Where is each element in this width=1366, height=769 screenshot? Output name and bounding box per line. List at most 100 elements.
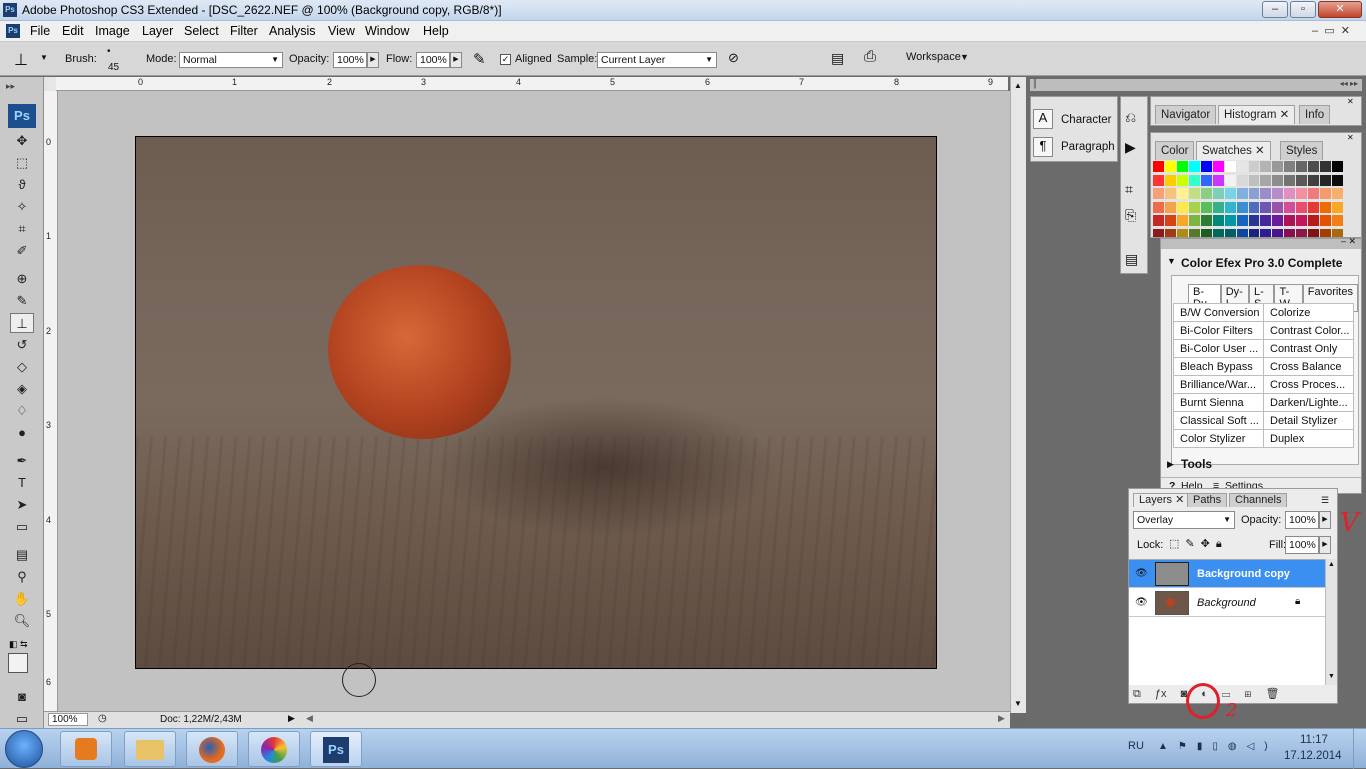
photo-canvas[interactable] (135, 136, 937, 669)
filter-item[interactable]: Cross Balance (1263, 357, 1354, 376)
swatch-cell[interactable] (1284, 228, 1296, 237)
swatch-cell[interactable] (1224, 188, 1236, 199)
swatch-cell[interactable] (1272, 215, 1284, 226)
eye-icon[interactable]: 👁︎ (1135, 597, 1148, 608)
swatch-cell[interactable] (1320, 215, 1332, 226)
swatch-cell[interactable] (1320, 174, 1332, 186)
swatch-cell[interactable] (1248, 174, 1260, 186)
swatch-cell[interactable] (1296, 228, 1308, 237)
doc-window-controls[interactable]: – ▭ ✕ (1312, 24, 1350, 37)
swatch-cell[interactable] (1248, 215, 1260, 226)
clone-source-icon[interactable]: ⎘ (1125, 207, 1136, 224)
tab-channels[interactable]: Channels (1229, 493, 1288, 507)
blur-tool-icon[interactable]: ♢ (10, 401, 34, 421)
eyedropper-icon[interactable]: ⚲ (10, 567, 34, 587)
brushes-icon[interactable]: ⌗ (1125, 181, 1133, 198)
panel-menu-icon[interactable]: ☰ (1321, 495, 1329, 506)
swatch-cell[interactable] (1188, 215, 1200, 226)
swatch-cell[interactable] (1320, 201, 1332, 213)
swatch-cell[interactable] (1224, 201, 1236, 213)
zoom-field[interactable]: 100% (48, 713, 88, 726)
swatch-cell[interactable] (1284, 188, 1296, 199)
path-select-icon[interactable]: ➤ (10, 495, 34, 515)
maximize-button[interactable]: ▫ (1290, 1, 1316, 18)
lasso-tool-icon[interactable]: ϑ (10, 175, 34, 195)
swatch-cell[interactable] (1260, 215, 1272, 226)
character-panel-label[interactable]: Character (1061, 114, 1112, 126)
swatch-cell[interactable] (1200, 188, 1212, 199)
swatch-cell[interactable] (1212, 174, 1224, 186)
swatch-cell[interactable] (1308, 201, 1320, 213)
menu-file[interactable]: File (30, 24, 50, 38)
brush-tool-icon[interactable]: ✎ (10, 291, 34, 311)
swatch-grid[interactable] (1153, 161, 1343, 237)
swatch-cell[interactable] (1320, 188, 1332, 199)
swatch-cell[interactable] (1332, 161, 1343, 172)
sample-select[interactable]: Current Layer ▼ (597, 52, 717, 68)
swatch-cell[interactable] (1308, 188, 1320, 199)
swatch-cell[interactable] (1176, 188, 1188, 199)
swatch-cell[interactable] (1153, 228, 1164, 237)
minimize-button[interactable]: – (1262, 1, 1288, 18)
layer-row-background[interactable]: 👁︎ Background 🔒︎ (1129, 589, 1325, 617)
swatch-cell[interactable] (1260, 174, 1272, 186)
swatch-cell[interactable] (1236, 201, 1248, 213)
swatch-cell[interactable] (1272, 174, 1284, 186)
foreground-color-swatch[interactable] (8, 653, 28, 673)
status-icon[interactable]: ◷ (98, 713, 107, 724)
swatch-cell[interactable] (1153, 201, 1164, 213)
swatch-cell[interactable] (1272, 161, 1284, 172)
workspace-label[interactable]: Workspace (906, 51, 961, 63)
swatch-cell[interactable] (1296, 161, 1308, 172)
filter-item[interactable]: Duplex (1263, 429, 1354, 448)
swatch-cell[interactable] (1176, 174, 1188, 186)
chevron-down-icon[interactable]: ▼ (40, 53, 48, 62)
swatch-cell[interactable] (1200, 228, 1212, 237)
swatch-cell[interactable] (1164, 215, 1176, 226)
swatch-cell[interactable] (1224, 228, 1236, 237)
paint-bucket-icon[interactable]: ◈ (10, 379, 34, 399)
fill-field[interactable]: 100% (1285, 536, 1319, 554)
tab-layers[interactable]: Layers ✕ (1133, 493, 1191, 507)
filter-item[interactable]: Bleach Bypass (1173, 357, 1264, 376)
scroll-down-icon[interactable]: ▼ (1014, 699, 1022, 708)
document-icon[interactable]: Ps (6, 24, 20, 38)
swatch-cell[interactable] (1224, 161, 1236, 172)
swatch-cell[interactable] (1188, 174, 1200, 186)
swatch-cell[interactable] (1188, 228, 1200, 237)
menu-view[interactable]: View (328, 24, 355, 38)
swatch-cell[interactable] (1284, 201, 1296, 213)
filter-item[interactable]: Brilliance/War... (1173, 375, 1264, 394)
swatch-cell[interactable] (1200, 201, 1212, 213)
filter-item[interactable]: Color Stylizer (1173, 429, 1264, 448)
move-tool-icon[interactable]: ✥ (10, 131, 34, 151)
zoom-tool-icon[interactable]: 🔍︎ (10, 611, 34, 631)
panel-dock-header[interactable]: ║ ◂◂ ▸▸ (1030, 79, 1362, 91)
filter-item[interactable]: Detail Stylizer (1263, 411, 1354, 430)
vertical-scrollbar[interactable]: ▲ ▼ (1010, 77, 1026, 713)
pen-tool-icon[interactable]: ✒ (10, 451, 34, 471)
swatch-cell[interactable] (1188, 201, 1200, 213)
type-tool-icon[interactable]: T (10, 473, 34, 493)
swatch-cell[interactable] (1308, 161, 1320, 172)
mode-select[interactable]: Normal ▼ (179, 52, 283, 68)
menu-analysis[interactable]: Analysis (269, 24, 316, 38)
flow-field[interactable]: 100% (416, 52, 450, 68)
slice-tool-icon[interactable]: ✐ (10, 241, 34, 261)
photoshop-logo[interactable]: Ps (8, 104, 36, 128)
color-efex-header[interactable]: – ✕ (1161, 236, 1361, 249)
swatch-cell[interactable] (1164, 161, 1176, 172)
clock-time[interactable]: 11:17 (1300, 734, 1328, 746)
swatch-cell[interactable] (1188, 161, 1200, 172)
swatch-cell[interactable] (1236, 161, 1248, 172)
clone-stamp-tool-preset-icon[interactable]: ⊥ (14, 50, 28, 70)
swatch-cell[interactable] (1284, 161, 1296, 172)
tab-styles[interactable]: Styles (1280, 141, 1324, 160)
swatch-cell[interactable] (1260, 161, 1272, 172)
crop-tool-icon[interactable]: ⌗ (10, 219, 34, 239)
horizontal-ruler[interactable]: 0 1 2 3 4 5 6 7 8 9 (56, 77, 1008, 91)
swatch-cell[interactable] (1308, 174, 1320, 186)
filter-item[interactable]: Contrast Color... (1263, 321, 1354, 340)
swatch-cell[interactable] (1260, 188, 1272, 199)
aligned-checkbox[interactable]: ✓ (500, 54, 511, 65)
